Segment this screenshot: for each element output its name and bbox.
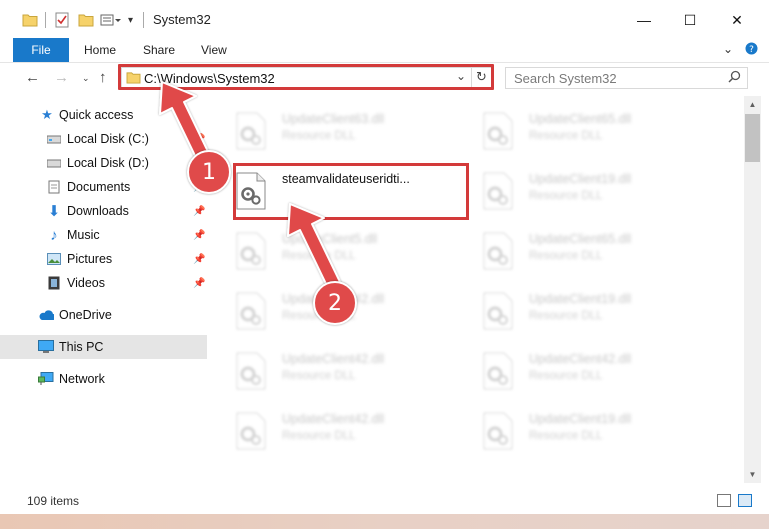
svg-text:?: ? — [749, 45, 754, 55]
tab-view[interactable]: View — [201, 38, 227, 62]
search-icon[interactable] — [728, 70, 741, 86]
dll-file-icon — [483, 292, 513, 330]
address-highlight-box — [118, 64, 494, 90]
drive-icon — [46, 155, 62, 171]
new-folder-icon[interactable] — [78, 10, 94, 30]
file-list: UpdateClient63.dll Resource DLL UpdateCl… — [210, 96, 743, 483]
sidebar-item-network[interactable]: Network — [0, 367, 207, 391]
sidebar-item-local-disk-d[interactable]: Local Disk (D:) — [0, 151, 207, 175]
desktop-background-strip — [0, 514, 769, 529]
large-icons-view-icon[interactable] — [738, 494, 752, 507]
file-highlight-box — [233, 163, 469, 220]
file-item[interactable]: UpdateClient42.dll Resource DLL — [236, 404, 476, 460]
folder-icon[interactable] — [22, 10, 38, 30]
file-item[interactable]: UpdateClient42.dll Resource DLL — [236, 284, 476, 340]
file-explorer-window: ▾ System32 — ☐ ✕ File Home Share View ⌄ … — [0, 0, 769, 529]
pin-icon: 📌 — [193, 133, 206, 145]
videos-icon — [46, 275, 62, 291]
dll-file-icon — [236, 112, 266, 150]
file-item[interactable]: UpdateClient19.dll Resource DLL — [483, 404, 723, 460]
file-item[interactable]: UpdateClient42.dll Resource DLL — [236, 344, 476, 400]
sidebar-item-onedrive[interactable]: OneDrive — [0, 303, 207, 327]
dll-file-icon — [483, 412, 513, 450]
sidebar-item-downloads[interactable]: ⬇ Downloads 📌 — [0, 199, 207, 223]
sidebar-item-quick-access[interactable]: ★ Quick access — [0, 103, 207, 127]
item-count: 109 items — [27, 494, 80, 508]
minimize-button[interactable]: — — [624, 6, 664, 34]
details-view-icon[interactable] — [717, 494, 731, 507]
tab-share[interactable]: Share — [143, 38, 175, 62]
chevron-down-icon[interactable]: ⌄ — [723, 42, 733, 56]
file-item[interactable]: UpdateClient42.dll Resource DLL — [483, 344, 723, 400]
downloads-icon: ⬇ — [47, 203, 61, 220]
window-title: System32 — [153, 12, 211, 27]
pin-icon: 📌 — [193, 253, 206, 265]
file-item[interactable]: UpdateClient65.dll Resource DLL — [483, 224, 723, 280]
tab-file[interactable]: File — [13, 38, 69, 62]
status-bar — [0, 486, 769, 514]
sidebar-item-videos[interactable]: Videos 📌 — [0, 271, 207, 295]
pin-icon: 📌 — [193, 277, 206, 289]
pin-icon: 📌 — [193, 229, 206, 241]
drive-icon — [46, 131, 62, 147]
scroll-down-icon[interactable]: ▼ — [744, 466, 761, 483]
properties-icon[interactable] — [54, 10, 70, 30]
pin-icon: 📌 — [193, 205, 206, 217]
sidebar-item-local-disk-c[interactable]: Local Disk (C:) 📌 — [0, 127, 207, 151]
navigation-pane: ★ Quick access Local Disk (C:) 📌 Local D… — [0, 96, 209, 483]
tab-home[interactable]: Home — [84, 38, 116, 62]
scroll-up-icon[interactable]: ▲ — [744, 96, 761, 113]
help-icon[interactable]: ? — [745, 42, 758, 58]
scrollbar-thumb[interactable] — [745, 114, 760, 162]
quick-access-dropdown-icon[interactable]: ▾ — [128, 10, 133, 30]
dll-file-icon — [236, 352, 266, 390]
dll-file-icon — [483, 352, 513, 390]
pictures-icon — [46, 251, 62, 267]
up-arrow-icon[interactable]: ↑ — [99, 69, 107, 86]
dll-file-icon — [236, 232, 266, 270]
music-icon: ♪ — [50, 226, 58, 244]
file-item[interactable]: UpdateClient19.dll Resource DLL — [483, 284, 723, 340]
forward-arrow-icon[interactable]: → — [54, 69, 69, 86]
maximize-button[interactable]: ☐ — [670, 6, 710, 34]
cloud-icon — [38, 307, 54, 323]
file-item[interactable]: UpdateClient65.dll Resource DLL — [483, 104, 723, 160]
sidebar-item-documents[interactable]: Documents 📌 — [0, 175, 207, 199]
sidebar-item-pictures[interactable]: Pictures 📌 — [0, 247, 207, 271]
close-button[interactable]: ✕ — [717, 6, 757, 34]
back-arrow-icon[interactable]: ← — [25, 69, 40, 86]
step-1-callout: 1 — [187, 150, 231, 194]
step-2-callout: 2 — [313, 281, 357, 325]
dll-file-icon — [483, 172, 513, 210]
sidebar-item-this-pc[interactable]: This PC — [0, 335, 207, 359]
star-icon: ★ — [41, 107, 53, 122]
dll-file-icon — [483, 112, 513, 150]
dll-file-icon — [236, 412, 266, 450]
ribbon-tabs: File Home Share View ⌄ ? — [0, 38, 769, 63]
documents-icon — [46, 179, 62, 195]
file-item[interactable]: UpdateClient5.dll Resource DLL — [236, 224, 476, 280]
file-item[interactable]: UpdateClient19.dll Resource DLL — [483, 164, 723, 220]
file-item[interactable]: UpdateClient63.dll Resource DLL — [236, 104, 476, 160]
dll-file-icon — [236, 292, 266, 330]
dll-file-icon — [483, 232, 513, 270]
sidebar-item-music[interactable]: ♪ Music 📌 — [0, 223, 207, 247]
search-placeholder: Search System32 — [514, 71, 617, 86]
network-icon — [38, 371, 54, 387]
customize-toolbar-icon[interactable] — [100, 10, 122, 30]
title-bar: ▾ System32 — ☐ ✕ — [0, 0, 769, 38]
computer-icon — [38, 339, 54, 355]
recent-locations-icon[interactable]: ⌄ — [82, 73, 90, 84]
